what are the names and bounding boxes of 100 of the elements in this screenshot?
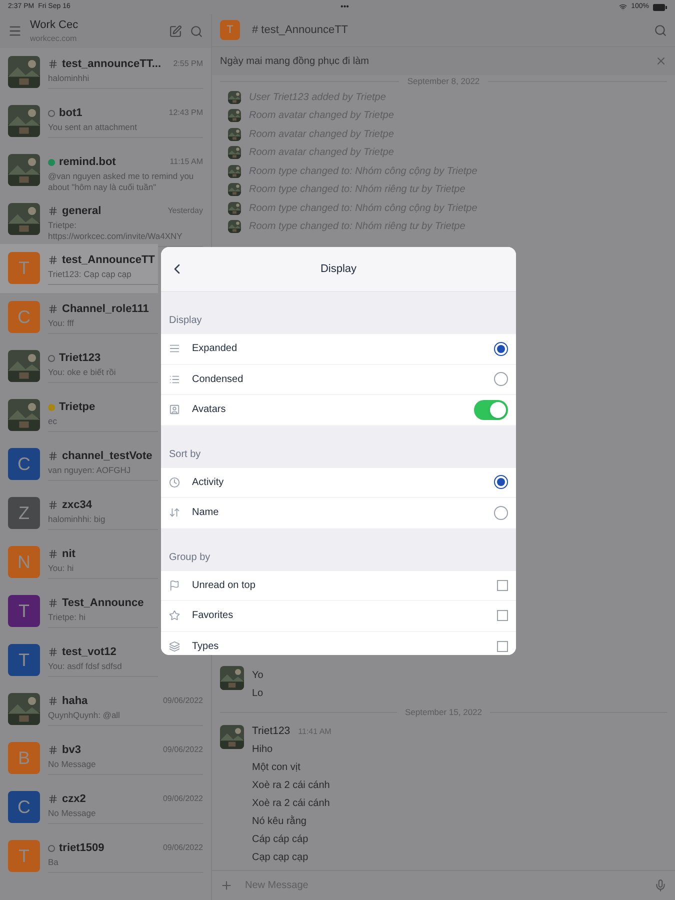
option-row[interactable]: Name	[161, 498, 516, 528]
room-name: czx2	[62, 792, 86, 807]
room-name: bot1	[59, 106, 82, 121]
room-name: Triet123	[59, 351, 101, 366]
room-avatar: B	[8, 742, 40, 774]
room-name: test_vot12	[62, 645, 116, 660]
wifi-icon	[619, 3, 628, 11]
layers-icon	[169, 640, 180, 652]
room-avatar: T	[8, 595, 40, 627]
hash-icon	[48, 696, 58, 706]
room-avatar: C	[8, 448, 40, 480]
radio-button[interactable]	[494, 372, 508, 386]
announcement-bar[interactable]: Ngày mai mang đồng phục đi làm	[212, 46, 675, 75]
message-text: Yo	[252, 670, 264, 682]
hash-icon	[48, 59, 58, 70]
room-time: 09/06/2022	[162, 695, 203, 708]
multitask-dots: •••	[340, 1, 349, 13]
menu-button[interactable]	[8, 24, 22, 38]
hash-icon	[48, 745, 58, 756]
search-button[interactable]	[654, 24, 667, 36]
room-preview: You: oke e biết rồi	[48, 366, 116, 378]
room-avatar: C	[8, 301, 40, 333]
room-preview: No Message	[48, 808, 96, 818]
option-row[interactable]: Favorites	[161, 601, 516, 632]
dialog-title: Display	[319, 262, 358, 277]
room-preview: halominhhi: big	[48, 514, 106, 524]
room-name: remind.bot	[59, 155, 116, 170]
room-preview: ec	[48, 416, 57, 426]
room-time: 2:55 PM	[173, 58, 203, 70]
toggle-switch[interactable]	[474, 400, 508, 420]
room-avatar: N	[8, 546, 40, 578]
hash-icon	[48, 500, 58, 510]
hash-icon	[48, 549, 58, 560]
room-preview: Triet123: Cạp cạp cạp	[48, 268, 132, 280]
room-name: nit	[62, 547, 76, 562]
room-name: haha	[62, 694, 88, 709]
message-text: Hiho	[252, 744, 273, 756]
room-title: # test_AnnounceTT	[252, 22, 350, 38]
message-text: Cạp cạp cạp	[252, 852, 308, 864]
expanded-list-icon	[169, 343, 180, 354]
option-label: Expanded	[192, 342, 238, 356]
room-preview: van nguyen: AOFGHJ	[48, 464, 131, 476]
microphone-button[interactable]	[654, 879, 667, 892]
option-row[interactable]: Types	[161, 632, 516, 655]
room-time: 12:43 PM	[168, 107, 203, 120]
radio-button[interactable]	[494, 475, 508, 490]
room-name: general	[62, 204, 102, 219]
room-name: Channel_role111	[62, 302, 149, 317]
option-row[interactable]: Unread on top	[161, 570, 516, 601]
hash-icon	[48, 451, 58, 462]
flag-icon	[169, 580, 180, 591]
close-button[interactable]	[655, 55, 667, 67]
option-row[interactable]: Expanded	[161, 334, 516, 364]
avatar-icon	[169, 404, 180, 416]
room-item[interactable]: T test_AnnounceTT Triet123: Cạp cạp cạp	[0, 244, 158, 293]
search-button[interactable]	[190, 24, 203, 38]
checkbox[interactable]	[497, 640, 508, 652]
message-text: Một con vịt	[252, 762, 300, 774]
room-time: 09/06/2022	[162, 793, 203, 806]
compose-button[interactable]	[169, 24, 182, 38]
compose-icon	[169, 24, 182, 38]
room-avatar: T	[8, 840, 40, 872]
option-label: Avatars	[192, 403, 227, 418]
message-text: Lo	[252, 688, 264, 700]
room-preview: Ba	[48, 856, 58, 868]
hash-icon	[48, 304, 58, 314]
option-row[interactable]: Activity	[161, 468, 516, 498]
option-label: Condensed	[192, 372, 244, 387]
message-text: Xoè ra 2 cái cánh	[252, 798, 330, 810]
room-preview: QuynhQuynh: @all	[48, 710, 120, 720]
room-preview: You sent an attachment	[48, 122, 138, 132]
checkbox[interactable]	[497, 610, 508, 622]
message-text: Xoè ra 2 cái cánh	[252, 780, 330, 792]
room-time: 11:15 AM	[170, 156, 203, 168]
room-name: bv3	[62, 743, 81, 758]
room-preview: Trietpe: hi	[48, 612, 86, 622]
radio-button[interactable]	[494, 342, 508, 356]
message-text: Nó kêu rằng	[252, 816, 306, 828]
radio-button[interactable]	[494, 506, 508, 520]
clock-icon	[169, 476, 180, 488]
hash-icon	[48, 598, 58, 608]
room-name: test_AnnounceTT	[62, 253, 155, 268]
option-label: Name	[192, 506, 220, 520]
workspace-name: Work Cec	[30, 18, 78, 33]
microphone-icon	[654, 879, 667, 892]
room-avatar: T	[8, 252, 40, 284]
sort-icon	[169, 507, 180, 518]
list-icon	[169, 374, 180, 385]
option-row[interactable]: Condensed	[161, 364, 516, 395]
room-avatar: T	[8, 644, 40, 676]
section-header: Sort by	[169, 448, 201, 462]
option-label: Activity	[192, 476, 225, 490]
room-preview: halominhhi	[48, 72, 90, 84]
checkbox[interactable]	[497, 580, 508, 591]
option-row[interactable]: Avatars	[161, 395, 516, 426]
option-label: Types	[192, 640, 220, 654]
star-icon	[169, 610, 180, 622]
section-header: Group by	[169, 550, 210, 564]
add-button[interactable]	[220, 879, 233, 892]
battery-icon	[653, 4, 667, 10]
